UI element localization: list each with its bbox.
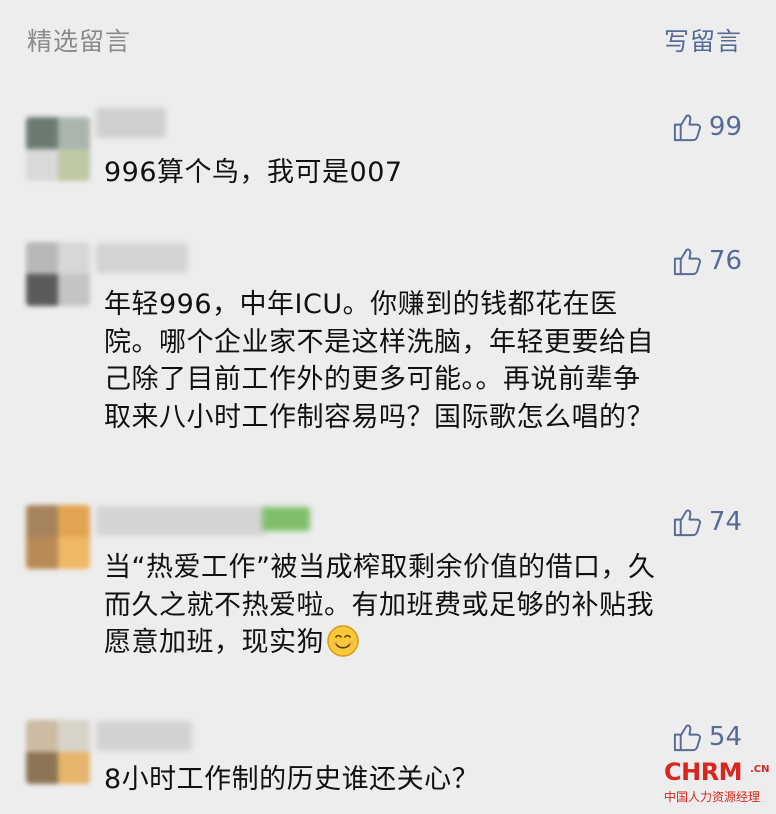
write-comment-link[interactable]: 写留言 (664, 22, 742, 58)
like-count: 76 (708, 246, 742, 276)
like-count: 99 (708, 112, 742, 142)
nickname-redacted (96, 108, 166, 138)
comment-text: 当“热爱工作”被当成榨取剩余价值的借口，久 而久之就不热爱啦。有加班费或足够的补… (104, 549, 744, 662)
comment-line: 院。哪个企业家不是这样洗脑，年轻更要给自 (104, 326, 654, 358)
like-count: 54 (708, 722, 742, 752)
comments-header: 精选留言 写留言 (0, 0, 776, 80)
comment-line: 取来八小时工作制容易吗？国际歌怎么唱的？ (104, 401, 654, 433)
like-button[interactable]: 74 (672, 505, 742, 539)
watermark-logo: CHRM (664, 758, 743, 786)
comments-page: 精选留言 写留言 99 996算个鸟，我可是007 76 年轻996，中年ICU… (0, 0, 776, 814)
like-button[interactable]: 76 (672, 244, 742, 278)
avatar[interactable] (26, 505, 90, 569)
comment-text: 年轻996，中年ICU。你赚到的钱都花在医 院。哪个企业家不是这样洗脑，年轻更要… (104, 286, 744, 436)
watermark-suffix: .CN (750, 764, 770, 775)
badge-redacted (262, 507, 310, 531)
nickname-redacted (96, 721, 192, 751)
avatar[interactable] (26, 720, 90, 784)
thumbs-up-icon (673, 114, 701, 141)
comment-line: 愿意加班，现实狗 (104, 627, 324, 658)
comment-text: 996算个鸟，我可是007 (104, 157, 403, 188)
watermark-subtitle: 中国人力资源经理 (664, 790, 761, 804)
avatar[interactable] (26, 117, 90, 181)
chrm-watermark: CHRM .CN 中国人力资源经理 (664, 758, 770, 806)
comment-line: 年轻996，中年ICU。你赚到的钱都花在医 (104, 289, 618, 320)
comment-text: 8小时工作制的历史谁还关心？ (104, 764, 480, 795)
comment-line: 己除了目前工作外的更多可能。。再说前辈争 (104, 364, 641, 395)
comment-line-with-emoji: 愿意加班，现实狗 (104, 624, 744, 662)
nickname-redacted (96, 506, 266, 536)
nickname-redacted (96, 243, 188, 273)
smile-emoji-icon (327, 625, 359, 657)
section-title: 精选留言 (27, 27, 132, 56)
thumbs-up-icon (673, 248, 701, 275)
comment-line: 而久之就不热爱啦。有加班费或足够的补贴我 (104, 589, 654, 621)
avatar[interactable] (26, 242, 90, 306)
like-count: 74 (708, 507, 742, 537)
thumbs-up-icon (673, 509, 701, 536)
thumbs-up-icon (673, 724, 701, 751)
like-button[interactable]: 99 (672, 110, 742, 144)
like-button[interactable]: 54 (672, 720, 742, 754)
comment-line: 当“热爱工作”被当成榨取剩余价值的借口，久 (104, 552, 656, 583)
